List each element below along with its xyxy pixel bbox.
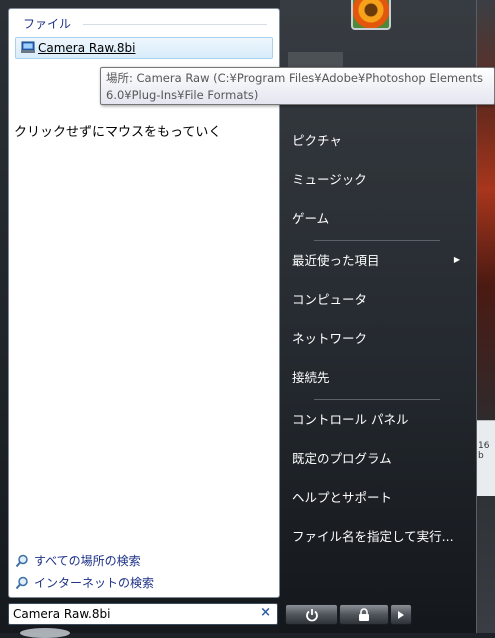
menu-item-network-label: ネットワーク — [292, 330, 368, 346]
menu-item-games-label: ゲーム — [292, 210, 330, 226]
power-button[interactable] — [285, 604, 338, 625]
menu-separator — [314, 399, 440, 400]
search-internet-link[interactable]: インターネットの検索 — [15, 574, 154, 591]
file-location-tooltip: 場所: Camera Raw (C:¥Program Files¥Adobe¥P… — [100, 67, 495, 105]
menu-item-run-label: ファイル名を指定して実行... — [292, 528, 454, 544]
tooltip-line-2: 6.0¥Plug-Ins¥File Formats) — [106, 88, 259, 102]
lock-icon — [359, 607, 369, 621]
menu-item-run[interactable]: ファイル名を指定して実行... — [284, 518, 468, 552]
menu-item-default-programs-label: 既定のプログラム — [292, 450, 392, 466]
search-everywhere-label: すべての場所の検索 — [34, 554, 141, 568]
tooltip-line-1: 場所: Camera Raw (C:¥Program Files¥Adobe¥P… — [106, 71, 483, 85]
menu-item-music[interactable]: ミュージック — [284, 161, 468, 195]
desktop-window-fragment: 16 b — [476, 420, 495, 496]
group-divider — [83, 24, 267, 25]
menu-item-computer[interactable]: コンピュータ — [284, 281, 468, 315]
menu-item-recent-items[interactable]: 最近使った項目 ▶ — [284, 242, 468, 276]
clear-search-icon[interactable]: × — [260, 605, 271, 620]
menu-item-connect-to-label: 接続先 — [292, 369, 330, 385]
start-orb-edge[interactable] — [20, 628, 70, 638]
menu-item-music-label: ミュージック — [292, 171, 367, 187]
menu-separator — [314, 240, 440, 241]
menu-item-help-support-label: ヘルプとサポート — [292, 489, 393, 505]
start-search-box[interactable]: × — [8, 603, 278, 625]
menu-item-network[interactable]: ネットワーク — [284, 320, 468, 354]
desktop-window-text: 16 b — [478, 441, 490, 461]
menu-item-connect-to[interactable]: 接続先 — [284, 359, 468, 393]
search-internet-label: インターネットの検索 — [34, 576, 155, 590]
lock-button[interactable] — [339, 604, 389, 625]
results-group-title: ファイル — [23, 17, 72, 31]
annotation-text: クリックせずにマウスをもっていく — [14, 125, 222, 140]
menu-item-default-programs[interactable]: 既定のプログラム — [284, 440, 468, 474]
result-file-label: Camera Raw.8bi — [38, 41, 136, 55]
search-icon — [15, 554, 28, 567]
arrow-right-icon — [398, 610, 404, 619]
search-input[interactable] — [13, 606, 253, 622]
result-file-item[interactable]: Camera Raw.8bi — [15, 37, 273, 59]
menu-item-computer-label: コンピュータ — [292, 291, 368, 307]
chevron-right-icon: ▶ — [453, 254, 460, 264]
menu-item-control-panel-label: コントロール パネル — [292, 411, 409, 427]
file-icon — [21, 41, 35, 53]
menu-item-games[interactable]: ゲーム — [284, 200, 468, 234]
search-everywhere-link[interactable]: すべての場所の検索 — [15, 552, 141, 569]
menu-item-help-support[interactable]: ヘルプとサポート — [284, 479, 468, 513]
menu-item-control-panel[interactable]: コントロール パネル — [284, 401, 468, 435]
power-icon — [305, 608, 318, 621]
search-icon — [15, 576, 28, 589]
menu-item-pictures-label: ピクチャ — [292, 132, 342, 148]
menu-item-recent-items-label: 最近使った項目 — [292, 252, 380, 268]
user-avatar[interactable] — [351, 0, 391, 30]
shutdown-options-button[interactable] — [390, 604, 412, 625]
menu-item-pictures[interactable]: ピクチャ — [284, 122, 468, 156]
